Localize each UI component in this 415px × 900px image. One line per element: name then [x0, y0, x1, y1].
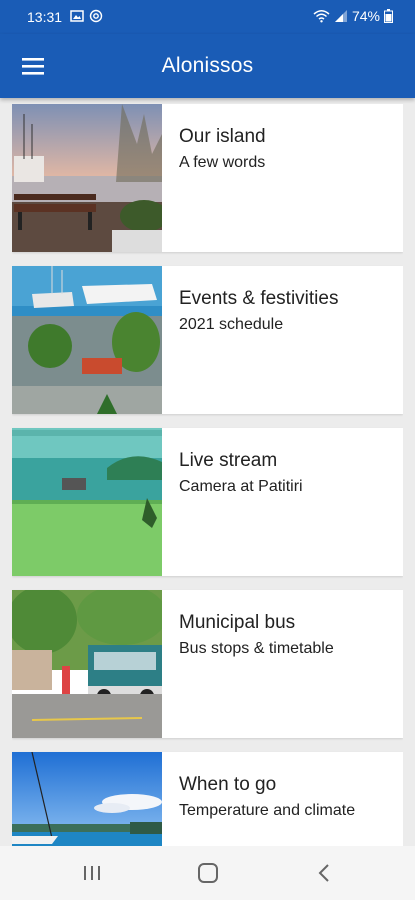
card-title: Our island — [179, 126, 266, 147]
signal-icon — [334, 10, 347, 22]
harbor-festival-boats-photo — [12, 266, 162, 414]
wifi-icon — [313, 10, 330, 23]
status-bar: 13:31 74% — [0, 0, 415, 34]
battery-percent: 74% — [351, 8, 380, 24]
card-subtitle: 2021 schedule — [179, 316, 284, 333]
back-icon — [318, 864, 329, 882]
card-title: Live stream — [179, 450, 278, 471]
card-title: Events & festivities — [179, 288, 339, 309]
battery-icon — [384, 9, 393, 23]
card-live-stream[interactable]: Live stream Camera at Patitiri — [12, 428, 403, 576]
card-subtitle: A few words — [179, 154, 266, 171]
card-events[interactable]: Events & festivities 2021 schedule — [12, 266, 403, 414]
card-municipal-bus[interactable]: Municipal bus Bus stops & timetable — [12, 590, 403, 738]
harbor-webcam-photo — [12, 428, 162, 576]
card-subtitle: Bus stops & timetable — [179, 640, 334, 657]
sailboat-sea-photo — [12, 752, 162, 846]
image-icon — [70, 10, 84, 22]
home-button[interactable] — [192, 859, 224, 887]
at-sign-icon — [89, 9, 103, 23]
back-button[interactable] — [308, 859, 340, 887]
seaside-harbor-bench-photo — [12, 104, 162, 252]
system-nav-bar — [0, 846, 415, 900]
card-our-island[interactable]: Our island A few words — [12, 104, 403, 252]
bus-stop-photo — [12, 590, 162, 738]
menu-card-list: Our island A few words Events & festivit… — [12, 104, 403, 846]
card-when-to-go[interactable]: When to go Temperature and climate — [12, 752, 403, 846]
status-time: 13:31 — [27, 9, 63, 25]
page-title: Alonissos — [161, 54, 254, 77]
card-subtitle: Camera at Patitiri — [179, 478, 303, 495]
recent-apps-button[interactable] — [76, 859, 108, 887]
card-title: Municipal bus — [179, 612, 296, 633]
card-title: When to go — [179, 774, 277, 795]
recent-apps-icon — [84, 866, 100, 880]
card-subtitle: Temperature and climate — [179, 802, 356, 819]
home-icon — [198, 863, 218, 883]
app-bar: Alonissos — [0, 34, 415, 98]
